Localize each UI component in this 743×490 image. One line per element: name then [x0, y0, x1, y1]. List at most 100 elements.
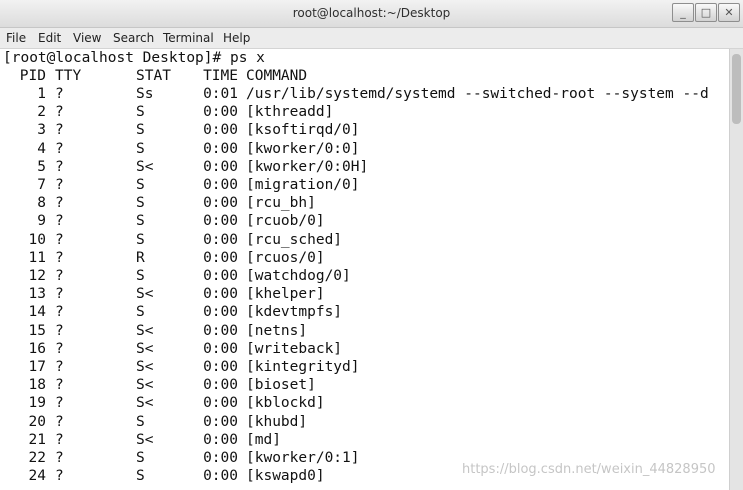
process-tty: ?: [55, 359, 64, 375]
terminal-scrollbar[interactable]: [729, 49, 743, 490]
menu-edit[interactable]: Edit: [38, 31, 61, 45]
process-time: 0:00: [203, 104, 238, 121]
watermark: https://blog.csdn.net/weixin_44828950: [462, 462, 716, 477]
process-pid: 15: [28, 322, 46, 339]
process-command: /usr/lib/systemd/systemd --switched-root…: [246, 86, 709, 102]
process-pid: 5: [37, 158, 46, 175]
process-row: 3? S 0:00 [ksoftirqd/0]: [0, 121, 729, 139]
process-command: [rcuos/0]: [246, 249, 325, 266]
process-time: 0:00: [203, 122, 238, 139]
process-row: 17? S< 0:00 [kintegrityd]: [0, 358, 729, 376]
menu-help[interactable]: Help: [223, 31, 250, 45]
process-time: 0:00: [203, 359, 238, 375]
process-row: 11? R 0:00 [rcuos/0]: [0, 249, 729, 267]
process-row: 20? S 0:00 [khubd]: [0, 413, 729, 431]
process-command: [kdevtmpfs]: [246, 304, 343, 321]
header-pid: PID: [19, 68, 46, 84]
process-tty: ?: [55, 195, 64, 212]
process-tty: ?: [55, 450, 64, 466]
process-pid: 13: [28, 286, 46, 303]
process-command: [md]: [246, 431, 281, 448]
process-pid: 17: [28, 359, 46, 375]
process-time: 0:00: [203, 377, 238, 394]
process-tty: ?: [55, 395, 64, 412]
process-row: 5? S< 0:00 [kworker/0:0H]: [0, 158, 729, 176]
menu-search[interactable]: Search: [113, 31, 154, 45]
process-time: 0:00: [203, 395, 238, 412]
process-pid: 20: [28, 413, 46, 430]
menu-bar: File Edit View Search Terminal Help: [0, 28, 743, 49]
process-pid: 2: [37, 104, 46, 121]
process-time: 0:00: [203, 195, 238, 212]
header-time: TIME: [203, 68, 238, 84]
menu-file[interactable]: File: [6, 31, 26, 45]
header-tty: TTY: [55, 68, 82, 84]
process-time: 0:00: [203, 158, 238, 175]
process-tty: ?: [55, 286, 64, 303]
process-command: [ksoftirqd/0]: [246, 122, 360, 139]
process-command: [bioset]: [246, 377, 316, 394]
process-time: 0:00: [203, 450, 238, 466]
header-stat: STAT: [136, 68, 171, 84]
process-tty: ?: [55, 104, 64, 121]
process-stat: S<: [136, 340, 154, 357]
process-stat: S: [136, 468, 145, 485]
process-tty: ?: [55, 413, 64, 430]
process-stat: S: [136, 268, 145, 284]
process-row: 9? S 0:00 [rcuob/0]: [0, 212, 729, 230]
process-pid: 16: [28, 340, 46, 357]
process-time: 0:00: [203, 340, 238, 357]
process-row: 4? S 0:00 [kworker/0:0]: [0, 140, 729, 158]
process-stat: S<: [136, 377, 154, 394]
process-time: 0:00: [203, 413, 238, 430]
process-command: [netns]: [246, 322, 308, 339]
process-pid: 22: [28, 450, 46, 466]
process-stat: S<: [136, 158, 154, 175]
process-row: 10? S 0:00 [rcu_sched]: [0, 231, 729, 249]
terminal-output[interactable]: [root@localhost Desktop]# ps x PID TTY S…: [0, 49, 729, 490]
process-command: [rcuob/0]: [246, 213, 325, 230]
process-tty: ?: [55, 268, 64, 284]
process-time: 0:00: [203, 213, 238, 230]
minimize-button[interactable]: _: [672, 3, 694, 22]
process-tty: ?: [55, 213, 64, 230]
process-row: 8? S 0:00 [rcu_bh]: [0, 194, 729, 212]
process-stat: S<: [136, 322, 154, 339]
process-stat: S<: [136, 431, 154, 448]
process-tty: ?: [55, 468, 64, 485]
process-time: 0:00: [203, 304, 238, 321]
process-tty: ?: [55, 249, 64, 266]
process-stat: S<: [136, 395, 154, 412]
process-stat: S: [136, 231, 145, 248]
process-pid: 3: [37, 122, 46, 139]
process-pid: 7: [37, 177, 46, 193]
process-time: 0:00: [203, 431, 238, 448]
process-tty: ?: [55, 86, 64, 102]
process-time: 0:01: [203, 86, 238, 102]
process-tty: ?: [55, 122, 64, 139]
process-stat: S: [136, 213, 145, 230]
process-row: 15? S< 0:00 [netns]: [0, 322, 729, 340]
process-tty: ?: [55, 231, 64, 248]
process-pid: 18: [28, 377, 46, 394]
menu-terminal[interactable]: Terminal: [163, 31, 214, 45]
maximize-button[interactable]: □: [695, 3, 717, 22]
process-row: 7? S 0:00 [migration/0]: [0, 176, 729, 194]
process-row: 21? S< 0:00 [md]: [0, 431, 729, 449]
process-tty: ?: [55, 177, 64, 193]
process-stat: S: [136, 304, 145, 321]
process-command: [kworker/0:0]: [246, 140, 360, 157]
process-command: [migration/0]: [246, 177, 360, 193]
process-command: [writeback]: [246, 340, 343, 357]
menu-view[interactable]: View: [73, 31, 101, 45]
scrollbar-thumb[interactable]: [732, 54, 741, 124]
process-stat: Ss: [136, 86, 154, 102]
process-time: 0:00: [203, 468, 238, 485]
process-pid: 19: [28, 395, 46, 412]
close-button[interactable]: ✕: [718, 3, 740, 22]
process-tty: ?: [55, 431, 64, 448]
process-time: 0:00: [203, 268, 238, 284]
process-stat: S<: [136, 286, 154, 303]
process-command: [kthreadd]: [246, 104, 334, 121]
process-pid: 11: [28, 249, 46, 266]
